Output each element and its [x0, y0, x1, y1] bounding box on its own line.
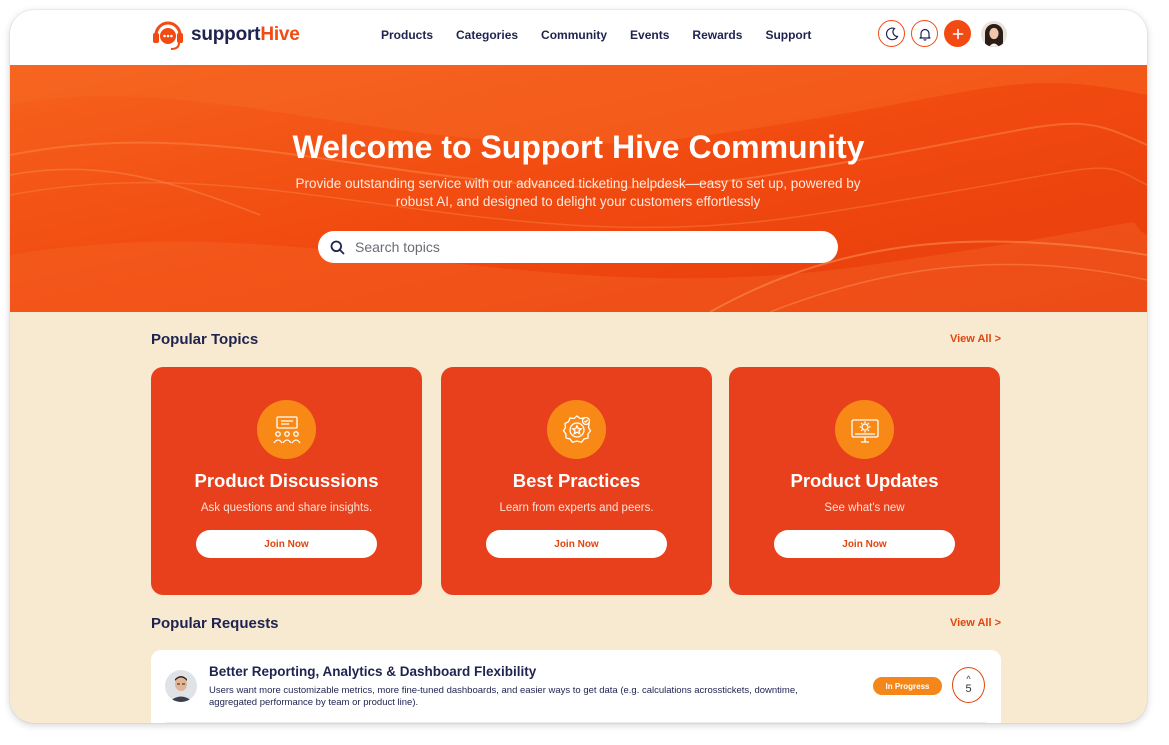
main-nav: Products Categories Community Events Rew…: [381, 28, 834, 42]
logo-text-support: support: [191, 24, 261, 45]
card-description: Ask questions and share insights.: [200, 502, 373, 514]
request-description: Users want more customizable metrics, mo…: [209, 685, 798, 708]
topic-card-product-discussions[interactable]: Product Discussions Ask questions and sh…: [151, 367, 422, 595]
nav-item-rewards[interactable]: Rewards: [692, 28, 742, 42]
topic-card-best-practices[interactable]: Best Practices Learn from experts and pe…: [441, 367, 712, 595]
card-title: Product Discussions: [194, 470, 379, 491]
logo[interactable]: supportHive: [151, 18, 300, 52]
logo-text-hive: Hive: [260, 24, 300, 45]
nav-item-events[interactable]: Events: [630, 28, 669, 42]
divider: [165, 722, 987, 723]
search-icon: [330, 240, 345, 254]
nav-item-categories[interactable]: Categories: [456, 28, 518, 42]
popular-topics-view-all-link[interactable]: View All >: [950, 333, 1001, 345]
popular-requests-title: Popular Requests: [151, 615, 279, 632]
request-title[interactable]: Better Reporting, Analytics & Dashboard …: [209, 664, 536, 679]
avatar: [165, 670, 197, 702]
status-badge: In Progress: [873, 677, 942, 695]
headset-logo-icon: [151, 18, 185, 52]
popular-topics-title: Popular Topics: [151, 331, 259, 348]
search-input[interactable]: [355, 239, 795, 255]
nav-item-community[interactable]: Community: [541, 28, 607, 42]
hero-subtitle: Provide outstanding service with our adv…: [295, 176, 861, 209]
card-description: See what's new: [824, 502, 905, 514]
upvote-button[interactable]: ^ 5: [952, 667, 985, 703]
user-avatar[interactable]: [981, 20, 1007, 47]
card-title: Best Practices: [512, 470, 641, 491]
bell-icon: [918, 28, 931, 41]
topic-card-product-updates[interactable]: Product Updates See what's new Join Now: [729, 367, 1000, 595]
search-bar[interactable]: [318, 231, 838, 263]
plus-icon: [952, 28, 963, 39]
nav-item-support[interactable]: Support: [765, 28, 811, 42]
top-header: supportHive Products Categories Communit…: [10, 10, 1147, 65]
app-window: supportHive Products Categories Communit…: [10, 10, 1147, 723]
hero-title: Welcome to Support Hive Community: [292, 129, 865, 165]
dark-mode-toggle[interactable]: [878, 20, 905, 47]
vote-count: 5: [965, 682, 972, 695]
card-title: Product Updates: [790, 470, 939, 491]
chevron-up-icon: ^: [966, 673, 971, 684]
join-now-button[interactable]: Join Now: [196, 530, 377, 558]
popular-requests-view-all-link[interactable]: View All >: [950, 617, 1001, 629]
join-now-button[interactable]: Join Now: [486, 530, 667, 558]
card-description: Learn from experts and peers.: [499, 502, 654, 514]
logo-text: supportHive: [191, 24, 300, 46]
hero-banner: Welcome to Support Hive Community Provid…: [10, 65, 1147, 312]
moon-icon: [885, 26, 898, 40]
presentation-icon: [257, 400, 316, 459]
monitor-gear-icon: [835, 400, 894, 459]
create-button[interactable]: [944, 20, 971, 47]
nav-item-products[interactable]: Products: [381, 28, 433, 42]
award-badge-icon: [547, 400, 606, 459]
header-actions: [878, 20, 1007, 47]
request-item[interactable]: Better Reporting, Analytics & Dashboard …: [151, 650, 1001, 723]
join-now-button[interactable]: Join Now: [774, 530, 955, 558]
notifications-button[interactable]: [911, 20, 938, 47]
